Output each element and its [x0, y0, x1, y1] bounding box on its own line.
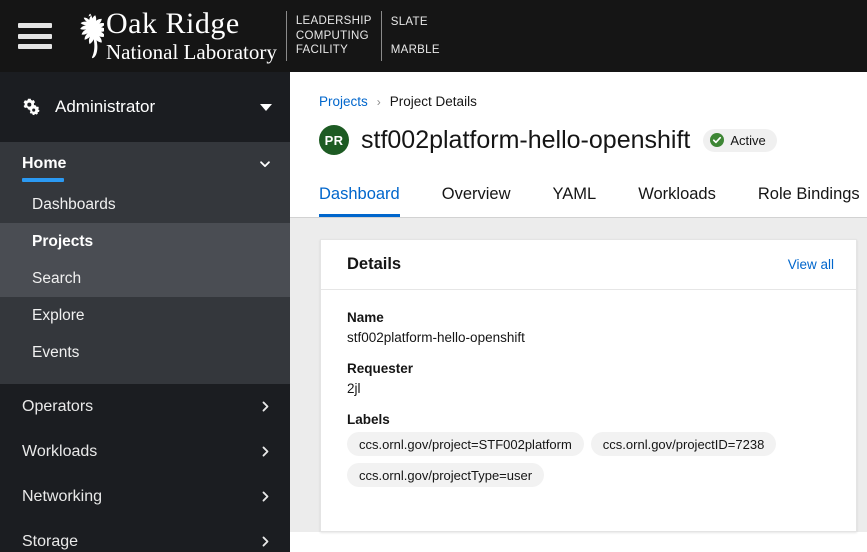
sidebar-group-operators[interactable]: Operators — [0, 384, 290, 429]
resource-type-badge: PR — [319, 125, 349, 155]
main-content: Projects › Project Details PR stf002plat… — [290, 72, 867, 552]
tab-bar: Dashboard Overview YAML Workloads Role B… — [290, 175, 867, 218]
chevron-right-icon — [262, 536, 269, 547]
breadcrumb: Projects › Project Details — [319, 94, 867, 109]
labels-list: ccs.ornl.gov/project=STF002platform ccs.… — [347, 432, 817, 487]
details-card-title: Details — [347, 255, 402, 273]
lcf-line-3: FACILITY — [295, 44, 349, 57]
sidebar-item-label: Events — [32, 343, 80, 361]
lcf-text: LEADERSHIP COMPUTING FACILITY — [296, 14, 372, 58]
sidebar-item-projects[interactable]: Projects — [0, 223, 290, 260]
field-label-requester: Requester — [347, 361, 414, 376]
lcf-line-1: LEADERSHIP — [295, 14, 372, 27]
page-title-row: PR stf002platform-hello-openshift Active — [319, 125, 867, 155]
sidebar-item-search[interactable]: Search — [0, 260, 290, 297]
chevron-right-icon — [262, 491, 269, 502]
sidebar-section-label: Home — [22, 155, 67, 172]
breadcrumb-current: Project Details — [389, 94, 477, 109]
sidebar-item-events[interactable]: Events — [0, 334, 290, 371]
chevron-right-icon — [262, 401, 269, 412]
tab-overview[interactable]: Overview — [442, 185, 511, 217]
tab-role-bindings[interactable]: Role Bindings — [758, 185, 860, 217]
caret-down-icon[interactable] — [260, 103, 272, 111]
sidebar-group-storage[interactable]: Storage — [0, 519, 290, 552]
sidebar-group-label: Operators — [22, 397, 94, 415]
hamburger-menu-icon[interactable] — [18, 23, 52, 49]
status-label: Active — [730, 132, 766, 148]
ornl-wordmark: Oak Ridge National Laboratory — [106, 9, 277, 63]
sidebar-item-explore[interactable]: Explore — [0, 297, 290, 334]
tab-dashboard[interactable]: Dashboard — [319, 185, 400, 217]
label-chip[interactable]: ccs.ornl.gov/projectType=user — [347, 463, 545, 487]
field-value-name: stf002platform-hello-openshift — [347, 330, 525, 345]
sidebar-item-label: Dashboards — [32, 195, 116, 213]
ornl-line2: National Laboratory — [106, 40, 277, 64]
status-badge: Active — [703, 128, 777, 152]
tab-yaml[interactable]: YAML — [553, 185, 597, 217]
cogs-icon — [23, 97, 40, 115]
perspective-switcher[interactable]: Administrator — [0, 72, 290, 142]
page-header: Projects › Project Details PR stf002plat… — [290, 72, 867, 155]
logo-divider-1 — [285, 11, 287, 61]
sidebar-item-label: Projects — [32, 232, 94, 250]
sidebar-group-networking[interactable]: Networking — [0, 474, 290, 519]
ornl-ridge: Ridge — [165, 7, 240, 40]
details-card-header: Details View all — [321, 240, 856, 290]
logo-divider-2 — [380, 11, 382, 61]
perspective-label: Administrator — [55, 97, 156, 116]
sidebar-group-label: Storage — [22, 532, 79, 550]
details-card-body: Name stf002platform-hello-openshift Requ… — [321, 290, 856, 487]
details-card: Details View all Name stf002platform-hel… — [320, 239, 857, 532]
ornl-line1: Oak Ridge — [106, 9, 277, 39]
sidebar-hover-band: Projects Search — [0, 223, 290, 297]
field-value-requester: 2jl — [347, 381, 361, 396]
tab-workloads[interactable]: Workloads — [638, 185, 716, 217]
ornl-logo[interactable]: Oak Ridge National Laboratory LEADERSHIP… — [70, 7, 440, 65]
sidebar-group-label: Workloads — [22, 442, 98, 460]
product-text: SLATE MARBLE — [391, 13, 440, 59]
chevron-right-icon — [262, 446, 269, 457]
sidebar-item-label: Search — [32, 269, 82, 287]
field-label-name: Name — [347, 310, 384, 325]
sidebar-item-label: Explore — [32, 306, 85, 324]
hamburger-bar — [18, 23, 52, 28]
oak-leaf-icon — [80, 13, 104, 59]
check-circle-icon — [710, 133, 725, 147]
breadcrumb-link-projects[interactable]: Projects — [319, 94, 368, 109]
active-indicator — [22, 178, 64, 182]
breadcrumb-separator-icon: › — [376, 94, 381, 109]
page-title: stf002platform-hello-openshift — [361, 125, 691, 154]
sidebar-item-dashboards[interactable]: Dashboards — [0, 186, 290, 223]
app-root: Oak Ridge National Laboratory LEADERSHIP… — [0, 0, 867, 552]
sidebar-group-label: Networking — [22, 487, 103, 505]
sidebar-group-workloads[interactable]: Workloads — [0, 429, 290, 474]
hamburger-bar — [18, 33, 52, 39]
ornl-oak: Oak — [106, 7, 158, 40]
chevron-down-icon — [260, 161, 270, 168]
lcf-line-2: COMPUTING — [295, 29, 369, 42]
sidebar-nav: Home Dashboards Projects Search Explore — [0, 142, 290, 552]
sidebar-section-home[interactable]: Home — [0, 142, 290, 186]
hamburger-bar — [18, 44, 52, 49]
label-chip[interactable]: ccs.ornl.gov/projectID=7238 — [590, 432, 777, 456]
view-all-link[interactable]: View all — [788, 257, 834, 272]
product-slate: SLATE — [390, 16, 428, 28]
masthead: Oak Ridge National Laboratory LEADERSHIP… — [0, 0, 867, 72]
dashboard-content: Details View all Name stf002platform-hel… — [290, 218, 867, 532]
product-marble: MARBLE — [390, 44, 440, 56]
field-label-labels: Labels — [347, 412, 390, 427]
sidebar: Administrator Home Dashboards Projects S… — [0, 72, 290, 552]
label-chip[interactable]: ccs.ornl.gov/project=STF002platform — [347, 432, 584, 456]
